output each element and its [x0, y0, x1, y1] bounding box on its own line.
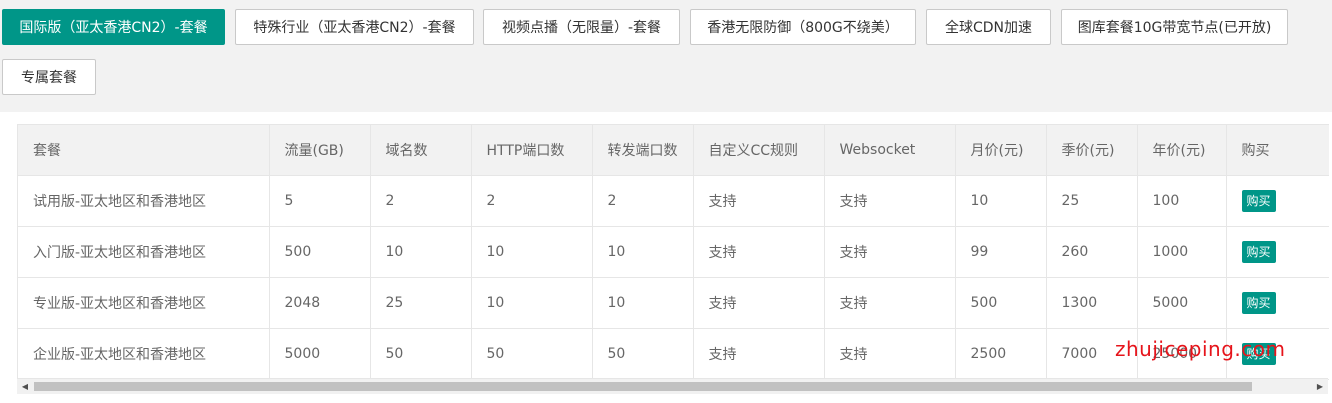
- cell-forward-ports: 2: [592, 175, 694, 227]
- cell-websocket: 支持: [824, 226, 956, 278]
- cell-package: 试用版-亚太地区和香港地区: [18, 175, 270, 227]
- tab-special-industry-cn2[interactable]: 特殊行业（亚太香港CN2）-套餐: [235, 9, 474, 45]
- table-row: 专业版-亚太地区和香港地区 2048 25 10 10 支持 支持 500 13…: [18, 277, 1329, 329]
- header-traffic: 流量(GB): [269, 125, 371, 176]
- cell-domains: 25: [370, 277, 472, 329]
- header-yearly-price: 年价(元): [1137, 125, 1227, 176]
- cell-package: 入门版-亚太地区和香港地区: [18, 226, 270, 278]
- header-websocket: Websocket: [824, 125, 956, 176]
- table-row: 试用版-亚太地区和香港地区 5 2 2 2 支持 支持 10 25 100 购买: [18, 175, 1329, 227]
- scroll-right-icon[interactable]: ▶: [1312, 379, 1328, 394]
- header-monthly-price: 月价(元): [955, 125, 1047, 176]
- cell-http-ports: 2: [471, 175, 593, 227]
- cell-http-ports: 50: [471, 328, 593, 380]
- pricing-panel: 套餐 流量(GB) 域名数 HTTP端口数 转发端口数 自定义CC规则 Webs…: [0, 112, 1332, 403]
- cell-cc-rules: 支持: [693, 328, 825, 380]
- scroll-left-icon[interactable]: ◀: [17, 379, 33, 394]
- header-package: 套餐: [18, 125, 270, 176]
- scrollbar-thumb[interactable]: [34, 382, 1252, 391]
- cell-quarterly-price: 1300: [1046, 277, 1138, 329]
- buy-button[interactable]: 购买: [1241, 190, 1276, 212]
- cell-domains: 2: [370, 175, 472, 227]
- cell-cc-rules: 支持: [693, 175, 825, 227]
- cell-traffic: 2048: [269, 277, 371, 329]
- cell-traffic: 5: [269, 175, 371, 227]
- buy-button[interactable]: 购买: [1241, 241, 1276, 263]
- cell-forward-ports: 10: [592, 277, 694, 329]
- table-row: 入门版-亚太地区和香港地区 500 10 10 10 支持 支持 99 260 …: [18, 226, 1329, 278]
- cell-buy: 购买: [1226, 277, 1329, 329]
- tab-gallery-10g[interactable]: 图库套餐10G带宽节点(已开放): [1061, 9, 1288, 45]
- cell-forward-ports: 50: [592, 328, 694, 380]
- table-header-row: 套餐 流量(GB) 域名数 HTTP端口数 转发端口数 自定义CC规则 Webs…: [18, 125, 1329, 176]
- cell-http-ports: 10: [471, 277, 593, 329]
- cell-websocket: 支持: [824, 175, 956, 227]
- cell-yearly-price: 100: [1137, 175, 1227, 227]
- cell-websocket: 支持: [824, 277, 956, 329]
- tab-international-cn2[interactable]: 国际版（亚太香港CN2）-套餐: [2, 9, 225, 45]
- tab-global-cdn[interactable]: 全球CDN加速: [926, 9, 1051, 45]
- cell-buy: 购买: [1226, 175, 1329, 227]
- cell-monthly-price: 2500: [955, 328, 1047, 380]
- site-watermark: zhujiceping.com: [1115, 337, 1286, 361]
- cell-traffic: 5000: [269, 328, 371, 380]
- cell-yearly-price: 1000: [1137, 226, 1227, 278]
- cell-package: 企业版-亚太地区和香港地区: [18, 328, 270, 380]
- cell-traffic: 500: [269, 226, 371, 278]
- cell-domains: 10: [370, 226, 472, 278]
- cell-quarterly-price: 25: [1046, 175, 1138, 227]
- cell-http-ports: 10: [471, 226, 593, 278]
- cell-cc-rules: 支持: [693, 277, 825, 329]
- cell-quarterly-price: 260: [1046, 226, 1138, 278]
- cell-monthly-price: 10: [955, 175, 1047, 227]
- cell-yearly-price: 5000: [1137, 277, 1227, 329]
- cell-forward-ports: 10: [592, 226, 694, 278]
- cell-monthly-price: 500: [955, 277, 1047, 329]
- header-forward-ports: 转发端口数: [592, 125, 694, 176]
- cell-monthly-price: 99: [955, 226, 1047, 278]
- tab-video-unlimited[interactable]: 视频点播（无限量）-套餐: [483, 9, 680, 45]
- cell-domains: 50: [370, 328, 472, 380]
- cell-package: 专业版-亚太地区和香港地区: [18, 277, 270, 329]
- horizontal-scrollbar[interactable]: ◀ ▶: [17, 378, 1328, 394]
- tab-exclusive[interactable]: 专属套餐: [2, 59, 96, 95]
- header-cc-rules: 自定义CC规则: [693, 125, 825, 176]
- cell-websocket: 支持: [824, 328, 956, 380]
- header-quarterly-price: 季价(元): [1046, 125, 1138, 176]
- buy-button[interactable]: 购买: [1241, 292, 1276, 314]
- header-http-ports: HTTP端口数: [471, 125, 593, 176]
- tab-hk-unlimited-defense[interactable]: 香港无限防御（800G不绕美）: [690, 9, 916, 45]
- cell-cc-rules: 支持: [693, 226, 825, 278]
- header-domains: 域名数: [370, 125, 472, 176]
- cell-buy: 购买: [1226, 226, 1329, 278]
- header-buy: 购买: [1226, 125, 1329, 176]
